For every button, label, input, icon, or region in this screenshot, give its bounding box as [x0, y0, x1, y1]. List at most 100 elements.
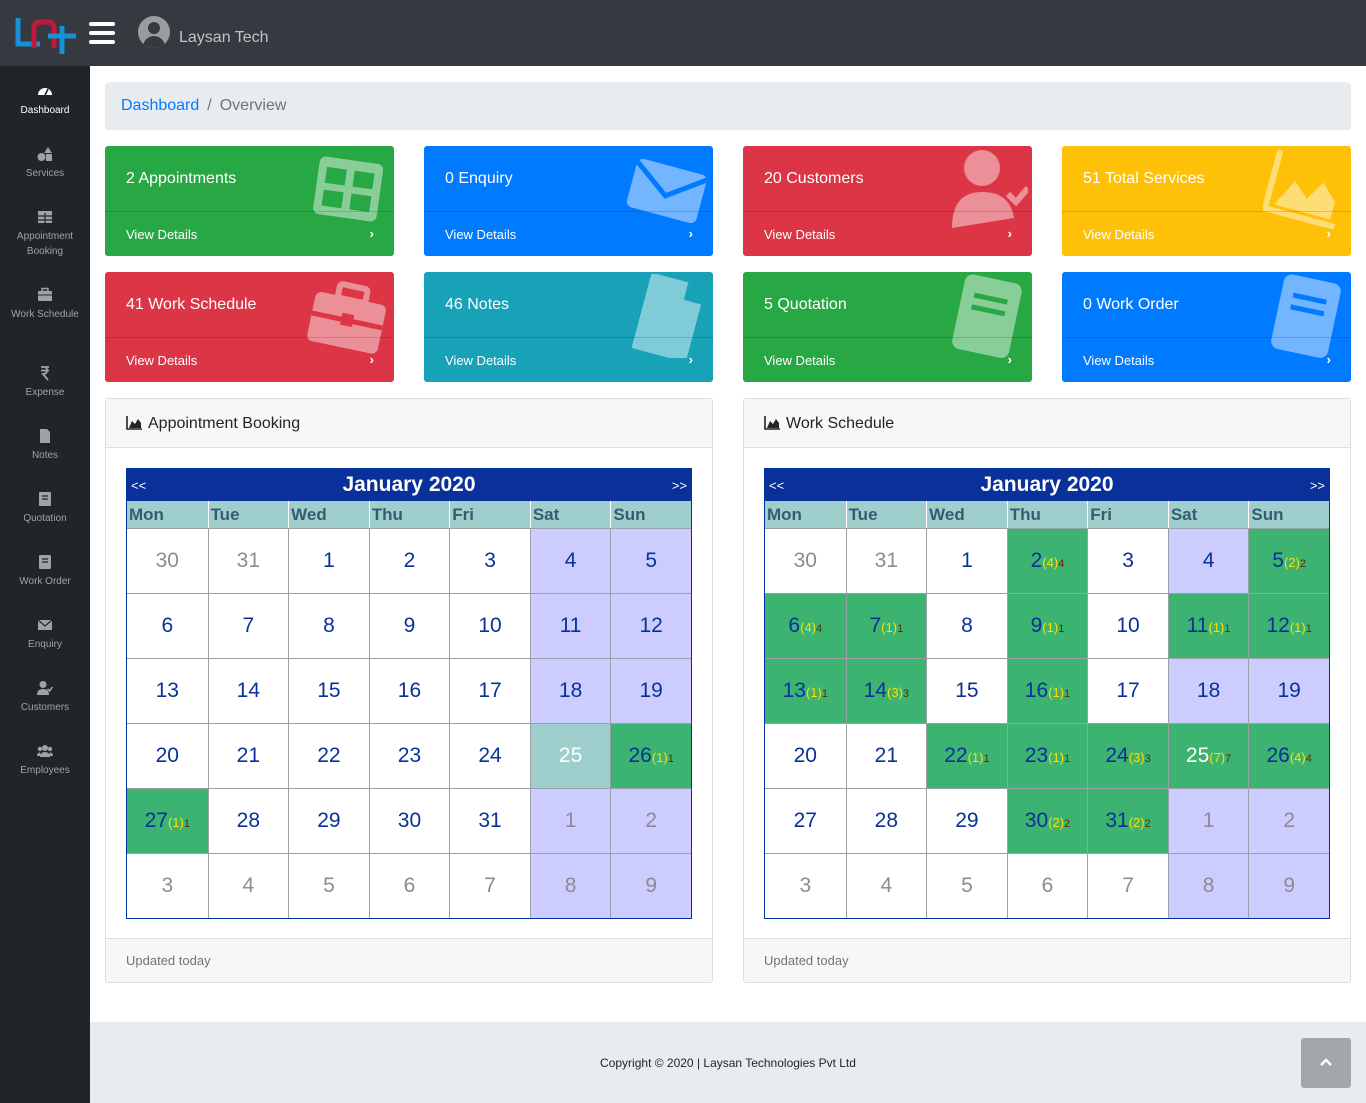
calendar-day[interactable]: 11(1)1 — [1167, 593, 1249, 658]
calendar-day[interactable]: 14 — [207, 658, 289, 723]
calendar-day[interactable]: 18 — [1167, 658, 1249, 723]
calendar-day[interactable]: 18 — [529, 658, 611, 723]
calendar-day[interactable]: 23 — [368, 723, 450, 788]
calendar-day[interactable]: 4 — [207, 853, 289, 918]
calendar-day[interactable]: 15 — [926, 658, 1007, 723]
calendar-day[interactable]: 6(4)4 — [765, 593, 846, 658]
sidebar-item-dashboard[interactable]: Dashboard — [0, 83, 90, 118]
calendar-day[interactable]: 9 — [1248, 853, 1329, 918]
sidebar-item-appointment-booking[interactable]: Appointment Booking — [0, 209, 90, 259]
calendar-day[interactable]: 6 — [1006, 853, 1088, 918]
calendar-day[interactable]: 2(4)4 — [1006, 528, 1088, 593]
scroll-to-top-button[interactable] — [1301, 1038, 1351, 1088]
calendar-day[interactable]: 7 — [449, 853, 530, 918]
view-details-link[interactable]: View Details › — [105, 337, 394, 382]
sidebar-item-work-schedule[interactable]: Work Schedule — [0, 287, 90, 322]
calendar-day[interactable]: 4 — [529, 528, 611, 593]
sidebar-item-work-order[interactable]: Work Order — [0, 554, 90, 589]
calendar-day[interactable]: 2 — [610, 788, 691, 853]
calendar-day[interactable]: 3 — [127, 853, 208, 918]
calendar-day[interactable]: 5 — [926, 853, 1007, 918]
calendar-day[interactable]: 8 — [926, 593, 1007, 658]
calendar-day[interactable]: 25(7)7 — [1167, 723, 1249, 788]
calendar-day[interactable]: 13(1)1 — [765, 658, 846, 723]
menu-toggle-icon[interactable] — [89, 22, 115, 44]
calendar-day[interactable]: 12 — [610, 593, 691, 658]
calendar-day[interactable]: 11 — [529, 593, 611, 658]
calendar-day[interactable]: 21 — [845, 723, 927, 788]
calendar-day[interactable]: 3 — [765, 853, 846, 918]
calendar-day[interactable]: 2 — [368, 528, 450, 593]
calendar-day[interactable]: 31 — [207, 528, 289, 593]
calendar-day[interactable]: 31 — [845, 528, 927, 593]
calendar-day[interactable]: 17 — [449, 658, 530, 723]
calendar-day[interactable]: 1 — [529, 788, 611, 853]
calendar-day[interactable]: 1 — [288, 528, 369, 593]
calendar-day[interactable]: 28 — [207, 788, 289, 853]
calendar-day[interactable]: 7 — [1087, 853, 1168, 918]
calendar-day[interactable]: 24(3)3 — [1087, 723, 1168, 788]
view-details-link[interactable]: View Details › — [424, 211, 713, 256]
breadcrumb-dashboard-link[interactable]: Dashboard — [121, 97, 199, 114]
calendar-day[interactable]: 24 — [449, 723, 530, 788]
view-details-link[interactable]: View Details › — [1062, 337, 1351, 382]
calendar-day[interactable]: 29 — [288, 788, 369, 853]
calendar-day[interactable]: 25 — [529, 723, 611, 788]
calendar-day[interactable]: 13 — [127, 658, 208, 723]
calendar-day[interactable]: 31(2)2 — [1087, 788, 1168, 853]
laysan-logo[interactable] — [14, 14, 78, 54]
calendar-day[interactable]: 30(2)2 — [1006, 788, 1088, 853]
calendar-day[interactable]: 15 — [288, 658, 369, 723]
calendar-day[interactable]: 27 — [765, 788, 846, 853]
calendar-day[interactable]: 17 — [1087, 658, 1168, 723]
calendar-day[interactable]: 26(4)4 — [1248, 723, 1329, 788]
calendar-day[interactable]: 6 — [127, 593, 208, 658]
calendar-day[interactable]: 4 — [1167, 528, 1249, 593]
calendar-day[interactable]: 12(1)1 — [1248, 593, 1329, 658]
calendar-day[interactable]: 5 — [288, 853, 369, 918]
calendar-day[interactable]: 6 — [368, 853, 450, 918]
view-details-link[interactable]: View Details › — [1062, 211, 1351, 256]
sidebar-item-employees[interactable]: Employees — [0, 743, 90, 778]
sidebar-item-quotation[interactable]: Quotation — [0, 491, 90, 526]
calendar-day[interactable]: 14(3)3 — [845, 658, 927, 723]
calendar-next-month[interactable]: >> — [672, 478, 687, 493]
calendar-day[interactable]: 28 — [845, 788, 927, 853]
sidebar-item-expense[interactable]: Expense — [0, 365, 90, 400]
calendar-day[interactable]: 7(1)1 — [845, 593, 927, 658]
calendar-day[interactable]: 30 — [127, 528, 208, 593]
calendar-day[interactable]: 26(1)1 — [610, 723, 691, 788]
calendar-day[interactable]: 10 — [449, 593, 530, 658]
calendar-day[interactable]: 21 — [207, 723, 289, 788]
calendar-day[interactable]: 23(1)1 — [1006, 723, 1088, 788]
user-name[interactable]: Laysan Tech — [179, 29, 269, 47]
sidebar-item-enquiry[interactable]: Enquiry — [0, 617, 90, 652]
calendar-day[interactable]: 4 — [845, 853, 927, 918]
calendar-day[interactable]: 22(1)1 — [926, 723, 1007, 788]
calendar-day[interactable]: 9(1)1 — [1006, 593, 1088, 658]
calendar-day[interactable]: 30 — [765, 528, 846, 593]
calendar-day[interactable]: 5 — [610, 528, 691, 593]
calendar-day[interactable]: 20 — [765, 723, 846, 788]
calendar-day[interactable]: 1 — [1167, 788, 1249, 853]
calendar-day[interactable]: 27(1)1 — [127, 788, 208, 853]
calendar-day[interactable]: 7 — [207, 593, 289, 658]
calendar-day[interactable]: 16(1)1 — [1006, 658, 1088, 723]
sidebar-item-services[interactable]: Services — [0, 146, 90, 181]
calendar-day[interactable]: 8 — [1167, 853, 1249, 918]
sidebar-item-customers[interactable]: Customers — [0, 680, 90, 715]
calendar-day[interactable]: 9 — [368, 593, 450, 658]
view-details-link[interactable]: View Details › — [424, 337, 713, 382]
calendar-day[interactable]: 8 — [288, 593, 369, 658]
user-avatar-icon[interactable] — [138, 16, 170, 48]
view-details-link[interactable]: View Details › — [743, 211, 1032, 256]
calendar-day[interactable]: 29 — [926, 788, 1007, 853]
calendar-next-month[interactable]: >> — [1310, 478, 1325, 493]
calendar-day[interactable]: 19 — [610, 658, 691, 723]
calendar-day[interactable]: 9 — [610, 853, 691, 918]
calendar-day[interactable]: 3 — [449, 528, 530, 593]
calendar-day[interactable]: 3 — [1087, 528, 1168, 593]
calendar-day[interactable]: 31 — [449, 788, 530, 853]
calendar-day[interactable]: 5(2)2 — [1248, 528, 1329, 593]
calendar-day[interactable]: 16 — [368, 658, 450, 723]
